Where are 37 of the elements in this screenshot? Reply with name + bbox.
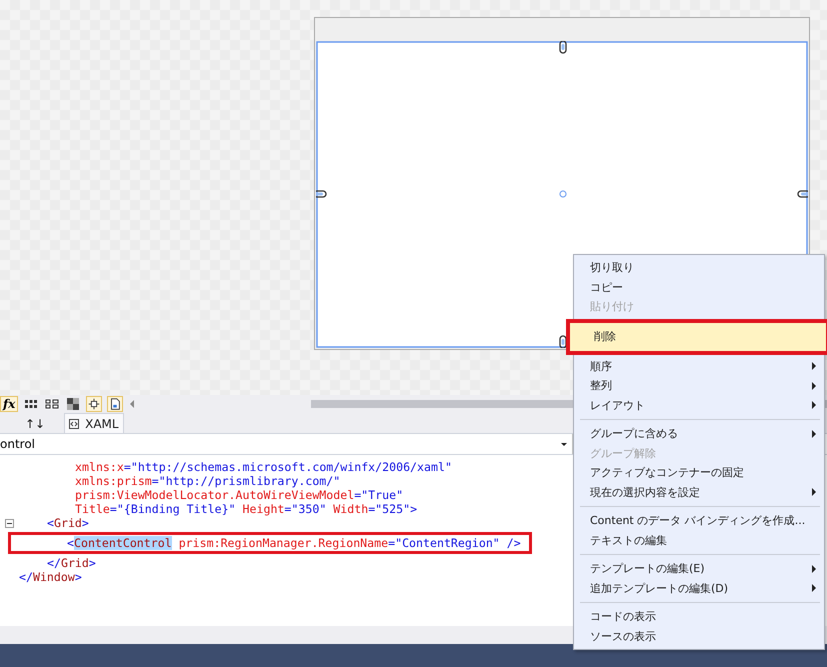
code-icon bbox=[69, 418, 80, 428]
menu-item[interactable]: Content のデータ バインディングを作成... bbox=[576, 511, 822, 530]
xaml-tab[interactable]: XAML bbox=[64, 413, 124, 433]
code-line: </Grid> bbox=[46, 556, 96, 570]
menu-item[interactable]: 整列 bbox=[576, 376, 822, 396]
scroll-left-icon[interactable] bbox=[128, 399, 136, 409]
menu-item[interactable]: コピー bbox=[576, 278, 822, 297]
anchor-icon[interactable] bbox=[797, 190, 808, 198]
code-line: prism:ViewModelLocator.AutoWireViewModel="True" bbox=[74, 488, 404, 502]
menu-item[interactable]: コードの表示 bbox=[576, 607, 822, 626]
dropdown-arrow-icon bbox=[560, 442, 568, 446]
menu-item[interactable]: 現在の選択内容を設定 bbox=[576, 482, 822, 502]
menu-item[interactable]: 削除 bbox=[566, 318, 827, 354]
code-line: Title="{Binding Title}" Height="350" Width="525"> bbox=[74, 502, 418, 516]
menu-item[interactable]: グループに含める bbox=[576, 424, 822, 444]
menu-item[interactable]: テンプレートの編集(E) bbox=[576, 559, 822, 578]
collapse-icon[interactable] bbox=[5, 518, 14, 528]
menu-item[interactable]: 順序 bbox=[576, 356, 822, 376]
snap-lines-icon[interactable] bbox=[86, 396, 102, 412]
menu-item[interactable]: テキストの編集 bbox=[576, 530, 822, 550]
anchor-icon[interactable] bbox=[559, 41, 567, 54]
menu-item[interactable]: 切り取り bbox=[576, 258, 822, 278]
checker-icon[interactable] bbox=[65, 396, 82, 412]
code-line: xmlns:x="http://schemas.microsoft.com/winfx/2006/xaml" bbox=[74, 460, 452, 474]
code-line: </Window> bbox=[19, 570, 82, 584]
menu-item[interactable]: ソースの表示 bbox=[576, 626, 822, 646]
document-icon[interactable] bbox=[107, 396, 124, 412]
anchor-icon[interactable] bbox=[316, 190, 327, 198]
swap-tab[interactable]: ↑↓ bbox=[20, 413, 50, 433]
code-line: xmlns:prism="http://prismlibrary.com/" bbox=[74, 474, 340, 488]
menu-item[interactable]: レイアウト bbox=[576, 396, 822, 415]
menu-item[interactable]: アクティブなコンテナーの固定 bbox=[576, 463, 822, 482]
code-line: <Grid> bbox=[46, 516, 89, 530]
formula-button[interactable]: fx bbox=[0, 396, 18, 412]
anchor-icon[interactable] bbox=[559, 335, 567, 348]
menu-item[interactable]: 追加テンプレートの編集(D) bbox=[576, 578, 822, 598]
center-handle-icon[interactable] bbox=[560, 190, 566, 198]
